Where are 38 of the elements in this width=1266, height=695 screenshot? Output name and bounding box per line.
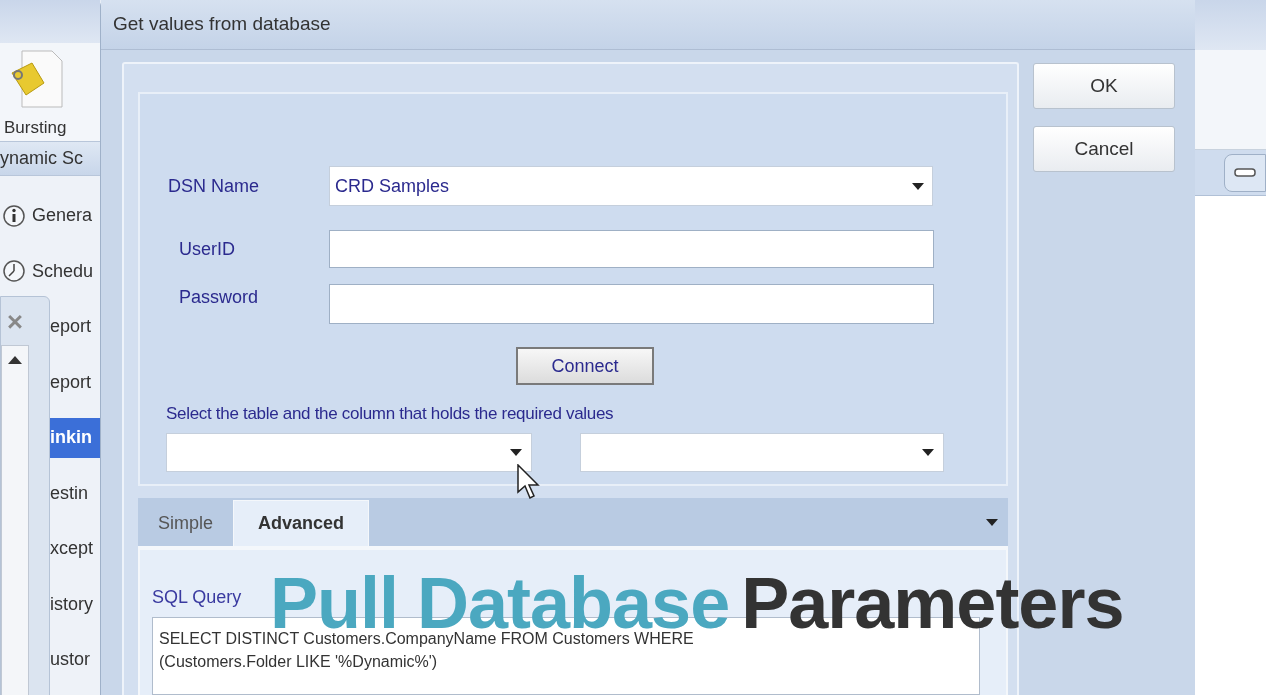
dropdown-arrow-icon [912,182,924,190]
dialog-button[interactable]: Cancel [1033,126,1175,172]
dropdown-arrow-icon [922,448,934,456]
user-id-field[interactable] [329,230,934,268]
field-label: UserID [178,237,236,261]
dialog-button[interactable]: OK [1033,63,1175,109]
nav-item[interactable]: inkin [50,417,100,458]
minimize-button[interactable] [1224,153,1266,192]
dialog-title: Get values from database [113,12,331,37]
nav-item[interactable]: ustor [50,639,100,680]
table-dropdown[interactable] [166,432,532,472]
field-label: Password [178,286,260,309]
ribbon-button-label[interactable]: Bursting [4,115,67,141]
nav-item[interactable]: eport [50,306,100,347]
nav-item[interactable]: eport [50,362,100,402]
scroll-up-icon[interactable] [8,355,22,364]
dsn-dropdown[interactable]: CRD Samples [329,166,933,206]
section-title: ynamic Sc [0,140,100,176]
nav-item[interactable]: Genera [0,195,100,236]
close-icon[interactable] [6,313,24,331]
minimize-icon [1234,168,1256,177]
tab[interactable]: Advanced [233,500,369,546]
tab[interactable]: Simple [138,500,233,546]
password-field[interactable] [329,284,934,324]
field-label: DSN Name [168,174,261,198]
sql-query-label: SQL Query [152,586,242,609]
scrollbar[interactable] [1,344,29,695]
nav-item[interactable]: xcept [50,528,100,569]
nav-item[interactable]: estin [50,473,100,513]
dropdown-arrow-icon [510,448,522,456]
connect-button[interactable]: Connect [516,347,654,385]
mouse-cursor-icon [517,464,541,500]
title-bar [1195,0,1266,50]
nav-item[interactable]: istory [50,584,100,624]
dropdown-arrow-icon [986,518,998,526]
select-instruction: Select the table and the column that holds the required values [166,403,615,425]
nav-item[interactable]: Schedu [0,251,100,291]
column-dropdown[interactable] [580,432,944,472]
